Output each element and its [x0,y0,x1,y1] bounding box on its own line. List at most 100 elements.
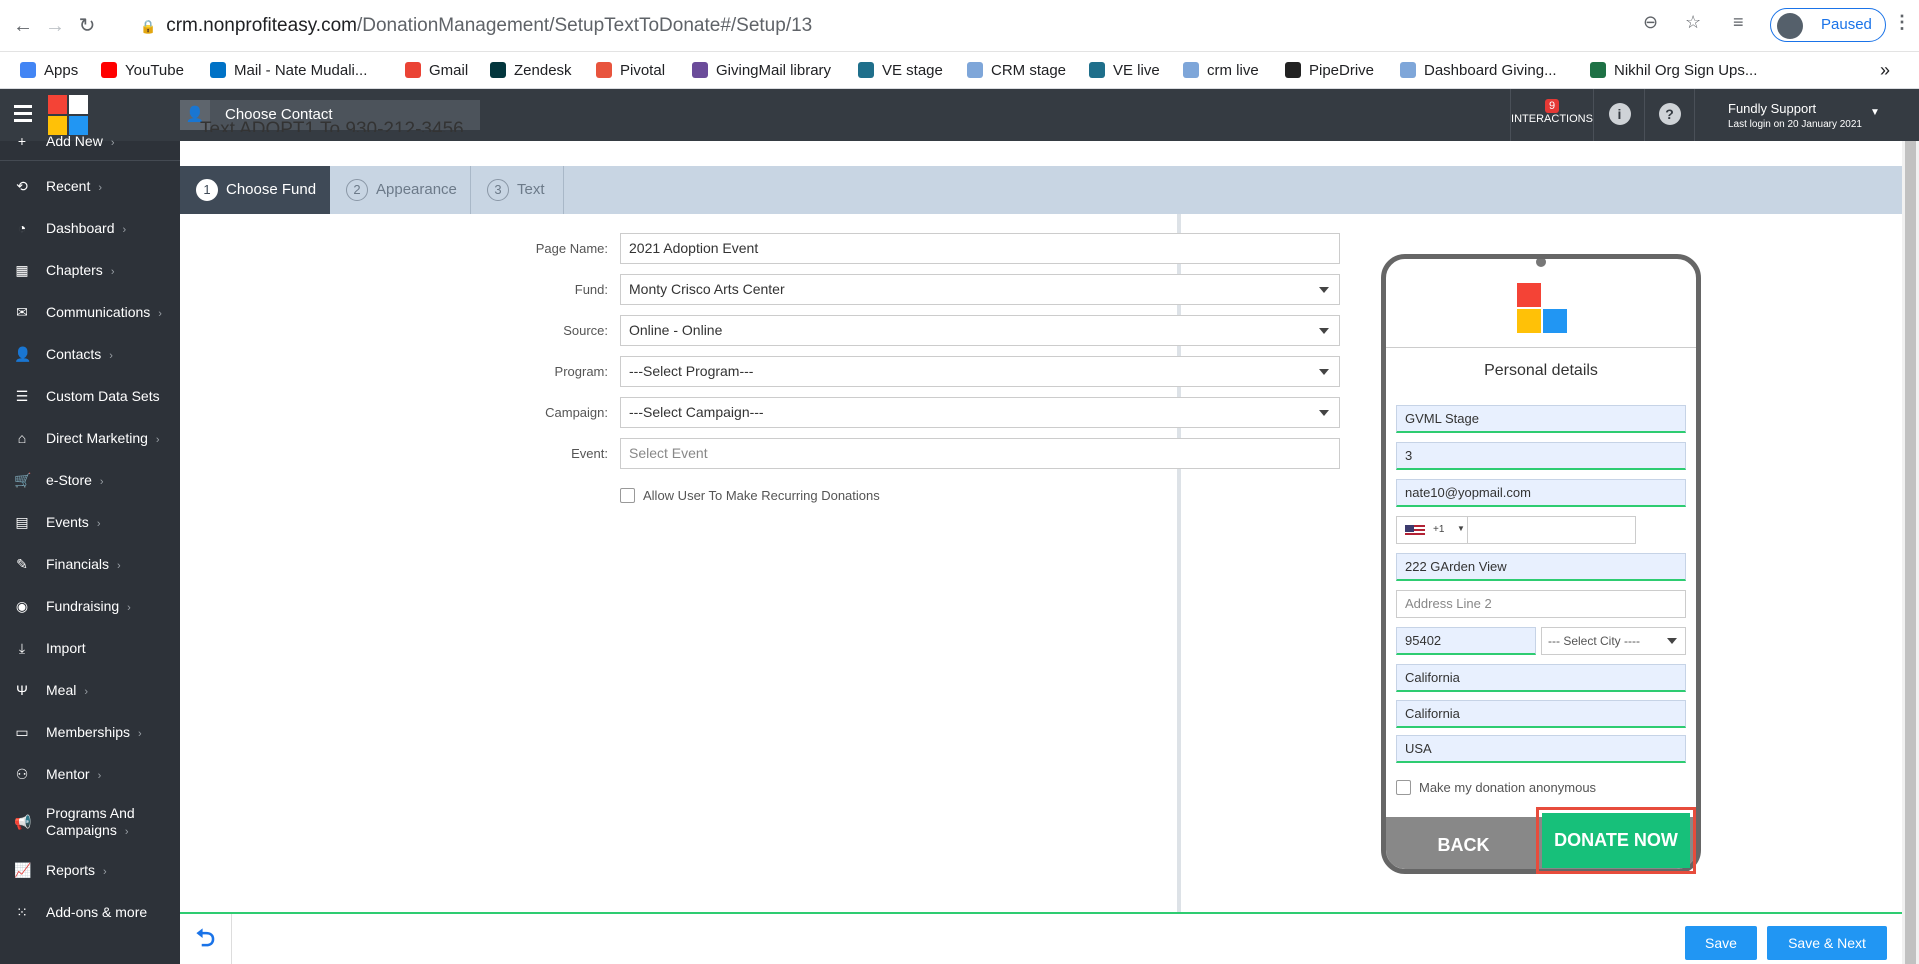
info-icon[interactable]: i [1595,89,1645,141]
sidebar-item-label: Import [46,640,86,656]
calendar-icon: ▤ [15,514,29,530]
back-button[interactable]: BACK [1386,817,1541,869]
sidebar-item-chapters[interactable]: ▦ Chapters › [0,250,180,290]
address2-field[interactable]: Address Line 2 [1396,590,1686,618]
bookmark-youtube[interactable]: YouTube [101,52,184,89]
kebab-menu-icon[interactable]: ⋮ [1893,12,1911,33]
pipedrive-icon [1285,62,1301,78]
address1-field[interactable]: 222 GArden View [1396,553,1686,581]
sidebar-item-mentor[interactable]: ⚇ Mentor › [0,754,180,794]
phone-notch [1536,259,1546,267]
county-field[interactable]: California [1396,700,1686,728]
sidebar-item-add-ons-more[interactable]: ⁙ Add-ons & more [0,892,180,932]
anonymous-option[interactable]: Make my donation anonymous [1396,780,1596,795]
anonymous-checkbox[interactable] [1396,780,1411,795]
bookmark-dashboard-giving[interactable]: Dashboard Giving... [1400,52,1557,89]
phone-field[interactable]: +1 ▼ [1396,516,1636,544]
bookmark-apps[interactable]: Apps [20,52,78,89]
bookmarks-overflow-icon[interactable]: » [1880,52,1890,89]
sidebar-item-contacts[interactable]: 👤 Contacts › [0,334,180,374]
country-field[interactable]: USA [1396,735,1686,763]
sidebar-item-label: Fundraising [46,598,120,614]
help-icon[interactable]: ? [1645,89,1695,141]
interactions-button[interactable]: 9 INTERACTIONS [1510,89,1594,141]
sidebar-item-direct-marketing[interactable]: ⌂ Direct Marketing › [0,418,180,458]
user-icon: 👤 [14,346,32,362]
last-login: Last login on 20 January 2021 [1728,119,1862,130]
bookmark-nikhil-org[interactable]: Nikhil Org Sign Ups... [1590,52,1757,89]
bookmark-mail[interactable]: Mail - Nate Mudali... [210,52,367,89]
forward-arrow-icon[interactable]: → [42,13,68,39]
divider [1386,347,1696,348]
tab-choose-fund[interactable]: 1 Choose Fund [180,166,330,214]
sidebar-item-memberships[interactable]: ▭ Memberships › [0,712,180,752]
ve-icon [1089,62,1105,78]
interactions-badge: 9 [1544,99,1560,113]
save-next-button[interactable]: Save & Next [1767,926,1887,960]
chevron-right-icon: › [84,686,89,698]
recurring-option[interactable]: Allow User To Make Recurring Donations [620,488,880,503]
sidebar-item-import[interactable]: ⤓ Import [0,628,180,668]
apps-icon: ⁙ [16,904,28,920]
bookmark-crm-stage[interactable]: CRM stage [967,52,1066,89]
user-menu[interactable]: Fundly Support Last login on 20 January … [1728,101,1880,130]
outlook-icon [210,62,226,78]
caret-down-icon[interactable]: ▼ [1457,524,1465,533]
ve-icon [858,62,874,78]
bookmark-ve-live[interactable]: VE live [1089,52,1160,89]
state-field[interactable]: California [1396,664,1686,692]
sidebar-item-reports[interactable]: 📈 Reports › [0,850,180,890]
sidebar-item-communications[interactable]: ✉ Communications › [0,292,180,332]
sidebar-item-financials[interactable]: ✎ Financials › [0,544,180,584]
sidebar-item-label: Add-ons & more [46,904,148,920]
chevron-right-icon: › [103,866,107,878]
reload-icon[interactable]: ↻ [74,13,100,39]
sidebar-item-label: Financials [46,556,110,572]
bookmark-pipedrive[interactable]: PipeDrive [1285,52,1374,89]
bookmark-ve-stage[interactable]: VE stage [858,52,943,89]
media-control-icon[interactable]: ≡ [1733,12,1744,33]
sidebar-item-label: Programs And Campaigns [46,805,135,838]
tab-text[interactable]: 3 Text [471,166,564,214]
save-button[interactable]: Save [1685,926,1757,960]
profile-paused-button[interactable]: Paused [1770,8,1886,42]
city-select[interactable]: --- Select City ---- [1541,627,1686,655]
sidebar-item-recent[interactable]: ⟲ Recent › [0,166,180,206]
sidebar-item-label: Reports [46,862,96,878]
name-field[interactable]: GVML Stage [1396,405,1686,433]
sidebar-item-fundraising[interactable]: ◉ Fundraising › [0,586,180,626]
bookmark-gmail[interactable]: Gmail [405,52,468,89]
donate-now-button[interactable]: DONATE NOW [1536,807,1696,874]
sidebar-item-custom-data-sets[interactable]: ☰ Custom Data Sets [0,376,180,416]
scrollbar-thumb[interactable] [1905,141,1916,964]
wizard-steps: 1 Choose Fund 2 Appearance 3 Text [180,166,1902,214]
star-icon[interactable]: ☆ [1685,12,1701,33]
recurring-checkbox[interactable] [620,488,635,503]
bookmark-pivotal[interactable]: Pivotal [596,52,665,89]
undo-icon[interactable]: ⮌ [180,914,232,964]
page-icon [1400,62,1416,78]
sidebar-item-events[interactable]: ▤ Events › [0,502,180,542]
cart-icon: 🛒 [14,472,32,488]
email-field[interactable]: nate10@yopmail.com [1396,479,1686,507]
zip-field[interactable]: 95402 [1396,627,1536,655]
sidebar-item-label: Meal [46,682,77,698]
bookmark-givingmail[interactable]: GivingMail library [692,52,831,89]
sidebar-item-label: Recent [46,178,91,194]
megaphone-icon: 📢 [14,814,32,830]
sidebar-item-meal[interactable]: Ψ Meal › [0,670,180,710]
address-bar[interactable]: 🔒 crm.nonprofiteasy.com/DonationManagemen… [140,9,1680,43]
sidebar-item-label: Direct Marketing [46,430,148,446]
page-icon [967,62,983,78]
campaign-label: Campaign: [545,405,608,420]
back-arrow-icon[interactable]: ← [10,13,36,39]
sidebar-item-add-new[interactable]: + Add New › [0,121,180,161]
bookmark-zendesk[interactable]: Zendesk [490,52,572,89]
tab-appearance[interactable]: 2 Appearance [330,166,471,214]
sidebar-item-e-store[interactable]: 🛒 e-Store › [0,460,180,500]
sidebar-item-programs-and-campaigns[interactable]: 📢 Programs And Campaigns › [0,796,180,848]
zoom-icon[interactable]: ⊖ [1643,12,1658,33]
sidebar-item-dashboard[interactable]: ◔ Dashboard › [0,208,180,248]
preview-field-2[interactable]: 3 [1396,442,1686,470]
bookmark-crm-live[interactable]: crm live [1183,52,1259,89]
